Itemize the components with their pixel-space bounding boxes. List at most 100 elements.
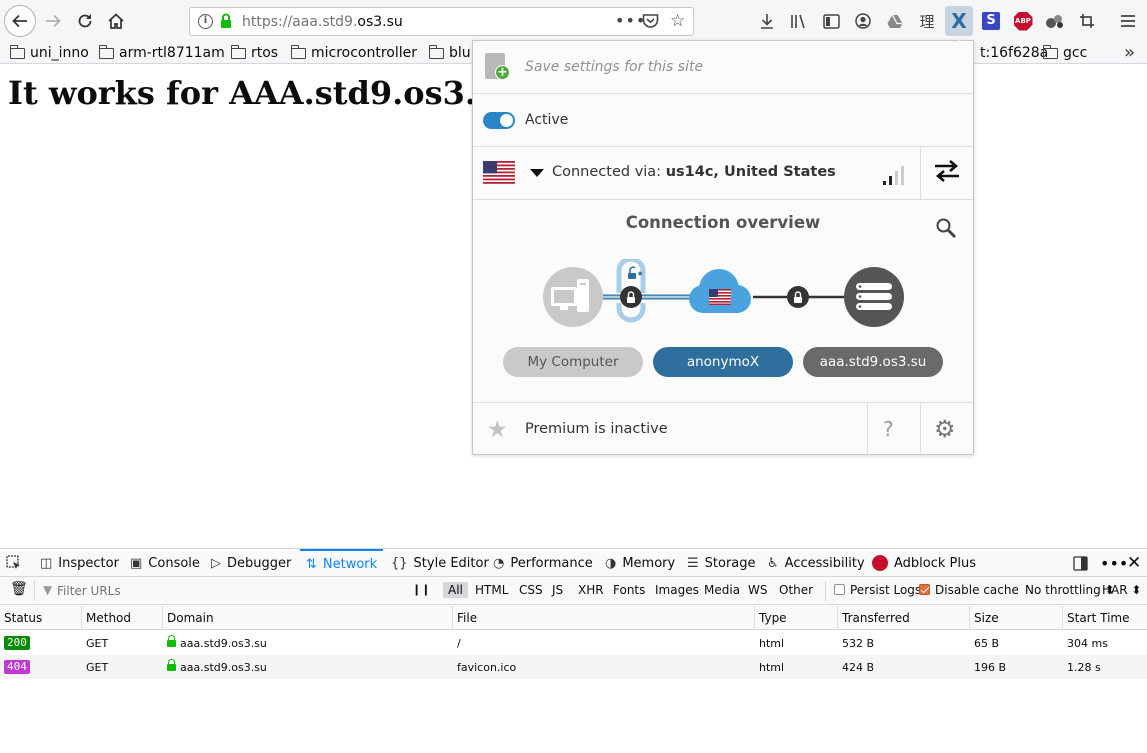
- bookmark-folder[interactable]: gcc: [1042, 44, 1087, 62]
- s-extension-icon[interactable]: S: [979, 9, 1003, 33]
- column-header-start-time[interactable]: Start Time: [1063, 606, 1147, 629]
- save-settings-row[interactable]: + Save settings for this site: [473, 41, 973, 94]
- disable-cache-checkbox[interactable]: Disable cache: [919, 583, 1019, 597]
- har-menu[interactable]: HAR ⬍: [1102, 583, 1141, 597]
- pocket-icon[interactable]: [642, 13, 659, 33]
- column-header-size[interactable]: Size: [970, 606, 1063, 629]
- tab-performance[interactable]: ◔ Performance: [493, 549, 593, 577]
- tab-console[interactable]: ▣ Console: [130, 549, 200, 577]
- us-flag-icon: [483, 161, 515, 184]
- type-filter-images[interactable]: Images: [655, 583, 699, 597]
- anonymox-extension-icon[interactable]: X: [945, 6, 973, 48]
- column-header-type[interactable]: Type: [755, 606, 838, 629]
- help-button[interactable]: ?: [883, 417, 894, 441]
- bookmark-folder[interactable]: rtos: [230, 44, 278, 62]
- tab-memory[interactable]: ◑ Memory: [605, 549, 675, 577]
- divider: [825, 581, 826, 601]
- account-icon[interactable]: [851, 9, 875, 33]
- connection-diagram: [543, 259, 904, 327]
- reload-button[interactable]: [70, 6, 100, 36]
- tab-network[interactable]: ⇅ Network: [300, 549, 384, 577]
- element-picker-icon[interactable]: [6, 549, 22, 577]
- tab-accessibility[interactable]: ♿ Accessibility: [767, 549, 865, 577]
- column-header-status[interactable]: Status: [0, 606, 82, 629]
- home-button[interactable]: [101, 6, 131, 36]
- type-filter-html[interactable]: HTML: [475, 583, 508, 597]
- lock-icon: [787, 286, 809, 308]
- table-row[interactable]: 200 GET aaa.std9.os3.su / html 532 B 65 …: [0, 631, 1147, 655]
- type-filter-fonts[interactable]: Fonts: [613, 583, 645, 597]
- bookmark-star-icon[interactable]: ☆: [670, 11, 685, 31]
- bookmark-folder[interactable]: microcontroller: [290, 44, 417, 62]
- devtools-tabbar: ◫ Inspector ▣ Console ▷ Debugger ⇅ Network {…: [0, 549, 1147, 577]
- type-filter-js[interactable]: JS: [552, 583, 563, 597]
- file-cell: favicon.ico: [457, 660, 517, 674]
- type-filter-media[interactable]: Media: [704, 583, 740, 597]
- signal-strength-icon: [883, 163, 909, 185]
- info-icon[interactable]: i: [198, 14, 213, 29]
- url-bar[interactable]: i https://aaa.std9.os3.su ••• ☆: [189, 7, 694, 36]
- tunnel-line: [603, 259, 695, 323]
- column-header-file[interactable]: File: [453, 606, 755, 629]
- library-icon[interactable]: [787, 9, 811, 33]
- gauge-icon: ◔: [493, 555, 505, 571]
- kanji-extension-icon[interactable]: 理: [915, 9, 939, 33]
- sidebar-icon[interactable]: [819, 9, 843, 33]
- forward-button[interactable]: [38, 6, 68, 36]
- screenshot-crop-icon[interactable]: [1075, 9, 1099, 33]
- premium-row: ★ Premium is inactive ? ⚙: [473, 402, 973, 456]
- url-text[interactable]: https://aaa.std9.os3.su: [242, 14, 403, 30]
- dock-toggle-icon[interactable]: [1073, 549, 1088, 577]
- tab-label: Accessibility: [784, 555, 865, 571]
- adblock-plus-icon[interactable]: ABP: [1011, 9, 1035, 33]
- caret-down-icon[interactable]: [530, 169, 544, 177]
- type-filter-css[interactable]: CSS: [519, 583, 543, 597]
- pause-icon[interactable]: ❙❙: [412, 583, 430, 596]
- column-header-domain[interactable]: Domain: [163, 606, 453, 629]
- gear-icon[interactable]: ⚙: [934, 415, 956, 443]
- table-row[interactable]: 404 GET aaa.std9.os3.su favicon.ico html…: [0, 655, 1147, 679]
- tab-style-editor[interactable]: {} Style Editor: [391, 549, 489, 577]
- tab-storage[interactable]: ☰ Storage: [687, 549, 756, 577]
- bookmark-folder[interactable]: arm-rtl8711am: [98, 44, 225, 62]
- type-filter-all[interactable]: All: [443, 582, 468, 598]
- type-cell: html: [759, 660, 785, 674]
- tab-debugger[interactable]: ▷ Debugger: [211, 549, 291, 577]
- tab-inspector[interactable]: ◫ Inspector: [40, 549, 119, 577]
- extension-balls-icon[interactable]: [1043, 9, 1067, 33]
- debugger-icon: ▷: [211, 555, 221, 571]
- lock-icon[interactable]: [220, 13, 232, 33]
- close-devtools-icon[interactable]: ✕: [1127, 549, 1141, 577]
- bookmark-folder[interactable]: blu: [428, 44, 471, 62]
- site-pill: aaa.std9.os3.su: [803, 347, 943, 377]
- switch-server-icon[interactable]: [933, 159, 961, 189]
- type-filter-xhr[interactable]: XHR: [578, 583, 604, 597]
- hamburger-menu-icon[interactable]: [1116, 9, 1140, 33]
- connection-row[interactable]: Connected via: us14c, United States: [473, 147, 973, 200]
- bookmarks-overflow-button[interactable]: »: [1124, 42, 1135, 63]
- persist-logs-checkbox[interactable]: Persist Logs: [834, 583, 921, 597]
- tab-adblock-plus[interactable]: Adblock Plus: [872, 549, 976, 577]
- active-toggle[interactable]: [483, 112, 515, 129]
- bookmark-item[interactable]: t:16f628a: [980, 44, 1048, 62]
- disable-cache-label: Disable cache: [935, 583, 1019, 597]
- lock-icon: [620, 286, 642, 308]
- drive-extension-icon[interactable]: [883, 9, 907, 33]
- download-icon[interactable]: [755, 9, 779, 33]
- type-filter-ws[interactable]: WS: [748, 583, 767, 597]
- tab-label: Memory: [622, 555, 676, 571]
- back-button[interactable]: [4, 5, 36, 37]
- more-options-icon[interactable]: •••: [1100, 549, 1128, 577]
- folder-icon: [428, 44, 444, 59]
- type-filter-other[interactable]: Other: [779, 583, 813, 597]
- tab-label: Adblock Plus: [894, 555, 977, 571]
- trash-icon[interactable]: 🗑: [10, 581, 28, 597]
- bookmark-folder[interactable]: uni_inno: [9, 44, 89, 62]
- search-icon[interactable]: [935, 217, 957, 243]
- star-icon: ★: [487, 417, 508, 443]
- column-header-method[interactable]: Method: [82, 606, 163, 629]
- filter-urls-input[interactable]: [55, 581, 385, 600]
- adblock-plus-icon: [872, 555, 888, 571]
- checkbox-box-checked: [919, 584, 930, 595]
- column-header-transferred[interactable]: Transferred: [838, 606, 970, 629]
